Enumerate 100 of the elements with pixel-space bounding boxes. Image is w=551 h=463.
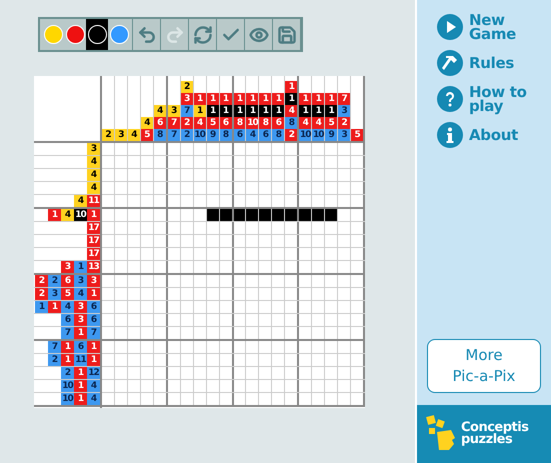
grid-cell[interactable]: [234, 393, 246, 405]
grid-cell[interactable]: [206, 341, 220, 353]
grid-cell[interactable]: [180, 354, 194, 366]
grid-cell[interactable]: [180, 367, 194, 379]
grid-cell[interactable]: [206, 182, 220, 194]
grid-cell[interactable]: [206, 248, 220, 260]
grid-cell[interactable]: [220, 143, 234, 155]
menu-link[interactable]: Rules: [437, 50, 551, 76]
filled-cell[interactable]: [325, 209, 338, 221]
grid-cell[interactable]: [180, 275, 194, 287]
grid-cell[interactable]: [234, 367, 246, 379]
grid-cell[interactable]: [194, 143, 207, 155]
more-puzzles-button[interactable]: More Pic-a-Pix: [427, 339, 541, 393]
grid-cell[interactable]: [220, 235, 234, 247]
grid-cell[interactable]: [234, 341, 246, 353]
grid-cell[interactable]: [220, 195, 234, 207]
grid-cell[interactable]: [194, 327, 207, 339]
grid-cell[interactable]: [234, 195, 246, 207]
grid-cell[interactable]: [220, 222, 234, 234]
grid-cell[interactable]: [194, 314, 207, 326]
menu-link[interactable]: How to play: [437, 85, 551, 113]
color-swatch[interactable]: [86, 19, 108, 50]
grid-cell[interactable]: [194, 261, 207, 273]
grid-cell[interactable]: [234, 275, 246, 287]
grid-cell[interactable]: [220, 261, 234, 273]
grid-cell[interactable]: [206, 156, 220, 168]
grid-cell[interactable]: [194, 275, 207, 287]
grid-cell[interactable]: [194, 169, 207, 181]
grid-cell[interactable]: [206, 380, 220, 392]
grid-cell[interactable]: [206, 314, 220, 326]
grid-cell[interactable]: [180, 314, 194, 326]
grid-cell[interactable]: [180, 248, 194, 260]
grid-cell[interactable]: [220, 182, 234, 194]
grid-cell[interactable]: [206, 354, 220, 366]
grid-cell[interactable]: [220, 380, 234, 392]
grid-cell[interactable]: [180, 209, 194, 221]
grid-cell[interactable]: [234, 288, 246, 300]
grid-cell[interactable]: [206, 327, 220, 339]
grid-cell[interactable]: [220, 314, 234, 326]
grid-cell[interactable]: [206, 169, 220, 181]
grid-cell[interactable]: [180, 222, 194, 234]
grid-cell[interactable]: [234, 222, 246, 234]
grid-cell[interactable]: [180, 261, 194, 273]
grid-cell[interactable]: [234, 169, 246, 181]
grid-cell[interactable]: [234, 380, 246, 392]
grid-cell[interactable]: [220, 367, 234, 379]
grid-cell[interactable]: [194, 301, 207, 313]
filled-cell[interactable]: [312, 209, 326, 221]
filled-cell[interactable]: [220, 209, 234, 221]
grid-cell[interactable]: [234, 314, 246, 326]
grid-cell[interactable]: [206, 143, 220, 155]
grid-cell[interactable]: [194, 182, 207, 194]
grid-cell[interactable]: [194, 380, 207, 392]
grid-cell[interactable]: [194, 195, 207, 207]
grid-cell[interactable]: [234, 248, 246, 260]
grid-cell[interactable]: [180, 288, 194, 300]
grid-cell[interactable]: [220, 341, 234, 353]
grid-cell[interactable]: [206, 195, 220, 207]
grid-cell[interactable]: [234, 261, 246, 273]
grid-cell[interactable]: [206, 275, 220, 287]
grid-cell[interactable]: [194, 156, 207, 168]
grid-cell[interactable]: [234, 182, 246, 194]
grid-cell[interactable]: [180, 156, 194, 168]
grid-cell[interactable]: [206, 235, 220, 247]
grid-cell[interactable]: [220, 301, 234, 313]
grid-cell[interactable]: [220, 393, 234, 405]
filled-cell[interactable]: [285, 209, 300, 221]
grid-cell[interactable]: [194, 222, 207, 234]
grid-cell[interactable]: [220, 327, 234, 339]
grid-cell[interactable]: [220, 288, 234, 300]
grid-cell[interactable]: [206, 222, 220, 234]
grid-cell[interactable]: [220, 248, 234, 260]
filled-cell[interactable]: [234, 209, 246, 221]
grid-cell[interactable]: [194, 341, 207, 353]
filled-cell[interactable]: [246, 209, 260, 221]
grid-cell[interactable]: [220, 354, 234, 366]
grid-cell[interactable]: [206, 393, 220, 405]
grid-cell[interactable]: [234, 327, 246, 339]
grid-cell[interactable]: [194, 354, 207, 366]
grid-cell[interactable]: [220, 169, 234, 181]
filled-cell[interactable]: [206, 209, 220, 221]
filled-cell[interactable]: [299, 209, 312, 221]
grid-cell[interactable]: [206, 301, 220, 313]
grid-cell[interactable]: [220, 156, 234, 168]
filled-cell[interactable]: [259, 209, 272, 221]
grid-cell[interactable]: [180, 195, 194, 207]
grid-cell[interactable]: [180, 143, 194, 155]
grid-cell[interactable]: [206, 367, 220, 379]
grid-cell[interactable]: [206, 288, 220, 300]
grid-cell[interactable]: [234, 143, 246, 155]
filled-cell[interactable]: [272, 209, 286, 221]
grid-cell[interactable]: [180, 169, 194, 181]
grid-cell[interactable]: [180, 341, 194, 353]
grid-cell[interactable]: [180, 393, 194, 405]
grid-cell[interactable]: [206, 261, 220, 273]
grid-cell[interactable]: [194, 367, 207, 379]
grid-cell[interactable]: [180, 182, 194, 194]
grid-cell[interactable]: [234, 301, 246, 313]
menu-link[interactable]: About: [437, 122, 551, 148]
grid-cell[interactable]: [220, 275, 234, 287]
